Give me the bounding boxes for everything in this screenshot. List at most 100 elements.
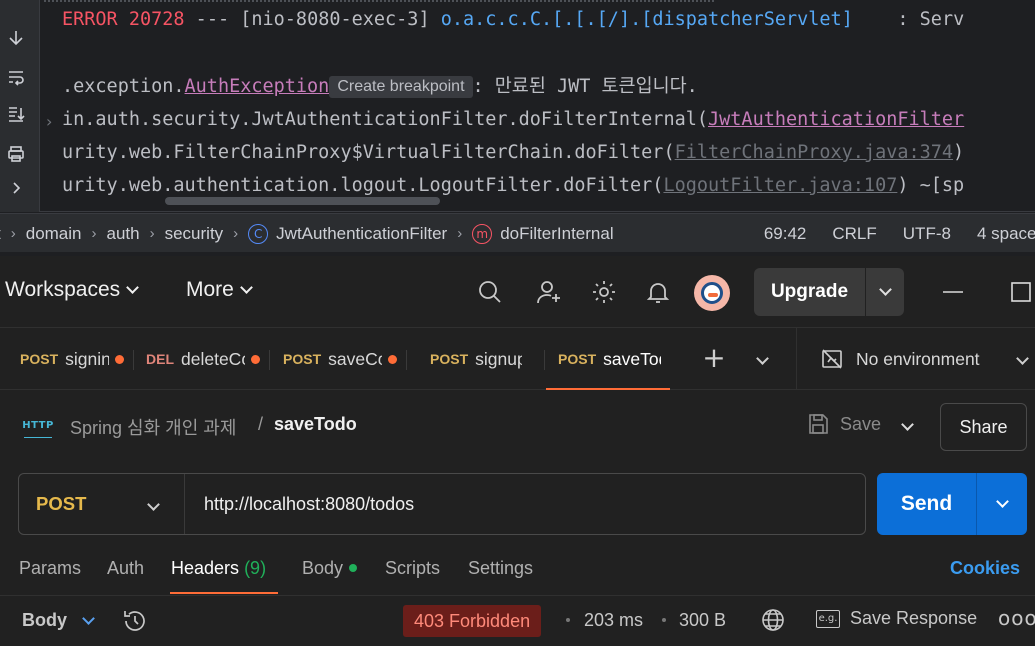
navigation-breadcrumb: t › domain › auth › security › C JwtAuth… [0,223,614,244]
tab-headers[interactable]: Headers (9) [171,558,266,579]
response-body-select[interactable]: Body [22,610,67,631]
breadcrumb-collection[interactable]: Spring 심화 개인 과제 [70,414,236,440]
response-body-chevron-icon[interactable] [82,610,95,628]
chevron-right-icon: › [233,225,239,242]
file-encoding[interactable]: UTF-8 [903,224,951,244]
breadcrumb-item[interactable]: t [0,224,1,244]
log-text: .exception. [62,76,185,97]
stack-frame: ) ~[sp [897,175,965,196]
tab-name: saveComment [328,348,382,369]
source-link[interactable]: JwtAuthenticationFilter [708,109,964,130]
send-button[interactable]: Send [877,473,977,535]
scroll-to-end-icon[interactable] [4,102,28,126]
expand-more-icon[interactable] [4,176,28,200]
url-input[interactable] [204,474,854,534]
indent-setting[interactable]: 4 spaces [977,224,1035,244]
tab-auth[interactable]: Auth [107,558,144,579]
request-name[interactable]: saveTodo [274,414,357,435]
upgrade-button[interactable]: Upgrade [754,268,866,316]
response-size[interactable]: 300 B [679,610,726,631]
create-breakpoint-tooltip[interactable]: Create breakpoint [329,76,473,98]
breadcrumb-separator: / [258,414,264,434]
print-icon[interactable] [4,142,28,166]
request-tabs-bar: POST signin DEL deleteComment POST saveC… [0,328,1035,390]
unsaved-dot-icon [388,354,397,364]
new-tab-plus-icon[interactable]: + [700,344,728,372]
horizontal-scrollbar[interactable] [165,197,440,205]
environment-chevron-icon[interactable] [1016,350,1029,368]
response-bar: Body 403 Forbidden 203 ms 300 B e.g. Sav… [0,596,1035,646]
cookies-link[interactable]: Cookies [950,558,1020,579]
scroll-down-icon[interactable] [4,26,28,50]
tab-scripts[interactable]: Scripts [385,558,440,579]
breadcrumb-class[interactable]: JwtAuthenticationFilter [276,224,447,244]
maximize-icon[interactable] [1008,278,1035,306]
save-options-chevron-icon[interactable] [901,416,914,434]
send-options-button[interactable] [977,473,1027,535]
chevron-right-icon: › [457,225,463,242]
tab-method: POST [558,351,597,367]
tab-method: POST [430,351,469,367]
response-time[interactable]: 203 ms [584,610,643,631]
status-badge[interactable]: 403 Forbidden [403,605,542,637]
history-icon[interactable] [122,608,148,634]
globe-icon[interactable] [760,607,786,633]
request-tab[interactable]: DEL deleteComment [146,328,260,390]
request-tab[interactable]: POST signin [20,328,124,390]
divider [406,350,407,370]
chevron-down-icon [239,281,253,294]
request-tab[interactable]: POST saveComment [283,328,397,390]
breadcrumb-item[interactable]: security [165,224,224,244]
chevron-down-icon [126,281,140,294]
log-thread: --- [nio-8080-exec-3] [184,9,441,30]
tab-name: saveTodo [603,348,661,369]
workspaces-menu[interactable]: Workspaces [5,278,140,302]
soft-wrap-icon[interactable] [4,65,28,89]
more-menu[interactable]: More [186,278,253,302]
source-link[interactable]: FilterChainProxy.java:374 [675,142,953,163]
stack-frame: urity.web.FilterChainProxy$VirtualFilter… [62,142,675,163]
console-toolbar [0,0,40,212]
more-label: More [186,278,234,301]
stack-frame: in.auth.security.JwtAuthenticationFilter… [62,109,709,130]
method-chevron-icon[interactable] [147,496,160,514]
request-tab-active[interactable]: POST saveTodo [546,328,670,390]
more-options-icon[interactable]: ooo [998,606,1035,630]
minimize-icon[interactable] [940,278,968,306]
line-separator[interactable]: CRLF [832,224,876,244]
request-config-tabs: Params Auth Headers (9) Body Scripts Set… [0,544,1035,596]
tab-body[interactable]: Body [302,558,358,579]
tab-params[interactable]: Params [19,558,81,579]
caret-position[interactable]: 69:42 [764,224,807,244]
share-button[interactable]: Share [940,403,1027,451]
environment-selector[interactable]: No environment [820,328,980,390]
source-link[interactable]: LogoutFilter.java:107 [663,175,897,196]
tab-list-chevron-icon[interactable] [756,350,769,368]
invite-user-icon[interactable] [535,278,563,306]
breadcrumb-method[interactable]: doFilterInternal [500,224,613,244]
ide-console-panel: ERROR 20728 --- [nio-8080-exec-3] o.a.c.… [0,0,1035,252]
notifications-bell-icon[interactable] [644,278,672,306]
console-line-1: ERROR 20728 --- [nio-8080-exec-3] o.a.c.… [62,8,964,32]
tab-settings[interactable]: Settings [468,558,533,579]
avatar[interactable] [694,275,730,311]
divider [44,0,714,4]
request-title-row: HTTP Spring 심화 개인 과제 / saveTodo Save Sha… [0,390,1035,464]
no-environment-icon [822,349,842,369]
chevron-down-icon [756,352,769,365]
upgrade-dropdown-button[interactable] [866,268,904,316]
stack-frame: ) [953,142,965,163]
expand-stack-icon[interactable]: › [46,112,52,131]
save-button[interactable]: Save [806,412,881,436]
settings-gear-icon[interactable] [590,278,618,306]
log-text: : 만료된 JWT 토큰입니다. [472,76,698,97]
save-response-button[interactable]: e.g. Save Response [816,608,977,629]
exception-link[interactable]: AuthException [185,76,330,97]
request-tab[interactable]: POST signup [430,328,522,390]
status-widgets: 69:42 CRLF UTF-8 4 spaces [764,214,1035,252]
tab-name: signup [475,348,522,369]
breadcrumb-item[interactable]: auth [107,224,140,244]
breadcrumb-item[interactable]: domain [26,224,82,244]
search-icon[interactable] [476,278,504,306]
divider [544,350,545,370]
